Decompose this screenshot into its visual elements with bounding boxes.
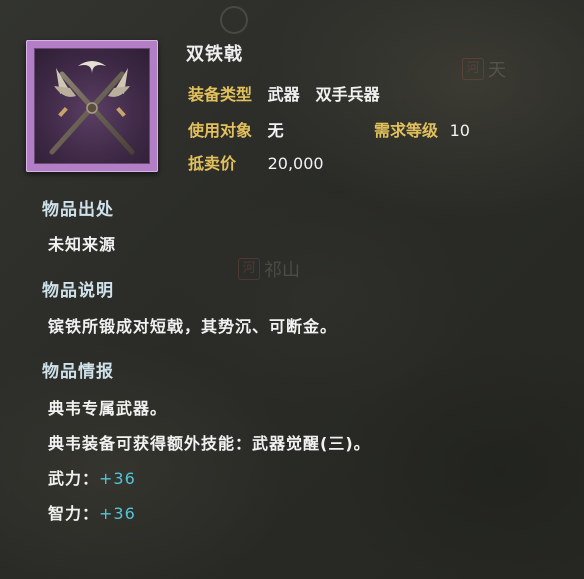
stat-strength-value: +36 (99, 469, 136, 488)
crossed-halberds-icon (34, 48, 150, 164)
level-row: 需求等级 10 (374, 117, 470, 141)
target-value: 无 (267, 121, 284, 140)
sell-price-value: 20,000 (267, 154, 324, 173)
target-label: 使用对象 (188, 121, 253, 140)
sell-price-label: 抵卖价 (188, 154, 237, 173)
origin-title: 物品出处 (42, 200, 114, 220)
description-title: 物品说明 (42, 281, 114, 301)
item-name: 双铁戟 (186, 44, 243, 65)
map-seal-icon: 河 (238, 258, 260, 280)
origin-text: 未知来源 (48, 235, 117, 254)
equip-type-label: 装备类型 (188, 85, 253, 104)
map-place-label: 祁山 (264, 260, 300, 281)
stat-intelligence-value: +36 (99, 504, 136, 523)
equip-type-row: 装备类型 武器 双手兵器 (188, 81, 380, 105)
item-icon-frame (26, 40, 158, 172)
description-text: 镔铁所锻成对短戟，其势沉、可断金。 (48, 317, 338, 336)
map-circle-marker (220, 6, 248, 34)
equip-type-value: 武器 双手兵器 (267, 85, 380, 104)
map-seal-icon: 河 (462, 58, 484, 80)
target-row: 使用对象 无 (188, 117, 284, 141)
stat-intelligence: 智力：+36 (48, 500, 136, 524)
level-value: 10 (449, 121, 470, 140)
details-line: 典韦专属武器。 (48, 399, 168, 418)
map-place-label: 天 (488, 60, 506, 81)
details-line: 典韦装备可获得额外技能：武器觉醒(三)。 (48, 434, 371, 453)
stat-strength: 武力：+36 (48, 465, 136, 489)
map-place-marker: 河天 (462, 56, 506, 82)
stat-strength-label: 武力： (48, 469, 100, 488)
map-place-marker: 河祁山 (238, 256, 300, 282)
level-label: 需求等级 (374, 121, 439, 140)
stat-intelligence-label: 智力： (48, 504, 100, 523)
details-title: 物品情报 (42, 362, 114, 382)
sell-price-row: 抵卖价 20,000 (188, 150, 324, 174)
